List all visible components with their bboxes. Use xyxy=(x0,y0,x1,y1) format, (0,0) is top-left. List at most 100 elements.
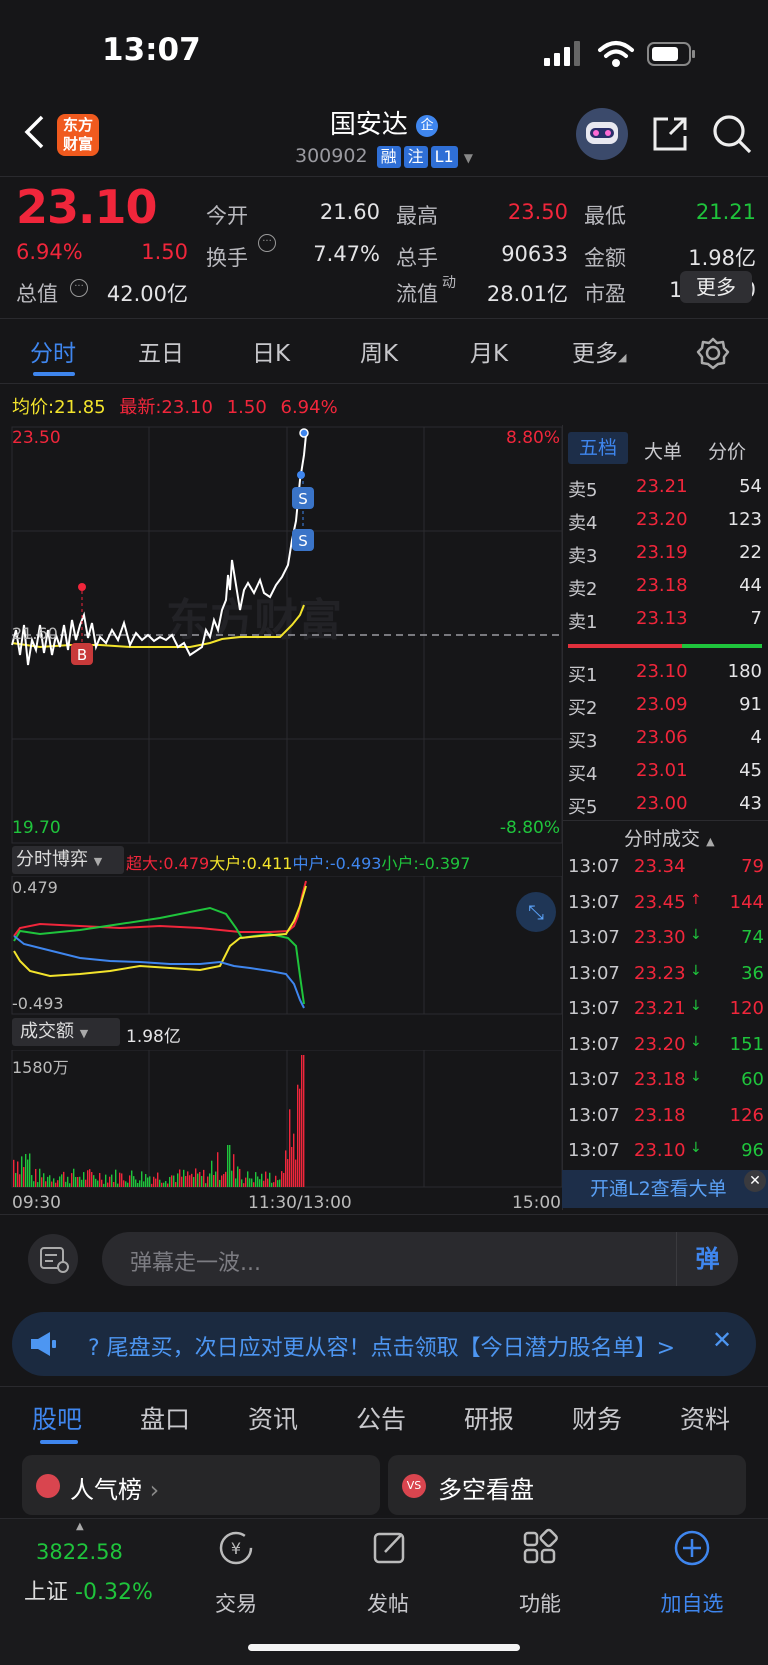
dropdown-icon: ▲ xyxy=(706,835,715,848)
info-icon[interactable]: ··· xyxy=(70,279,88,297)
function-grid-icon[interactable] xyxy=(520,1528,560,1568)
volume-bar xyxy=(273,1182,275,1187)
tab-weekly-k[interactable]: 周K xyxy=(360,334,398,368)
news-tab-profile[interactable]: 资料 xyxy=(680,1400,730,1436)
danmaku-settings-icon[interactable] xyxy=(28,1234,78,1284)
last-value: 23.10 xyxy=(161,397,213,418)
volume-bar xyxy=(35,1168,37,1187)
tab-five-level[interactable]: 五档 xyxy=(568,432,628,464)
trade-direction-icon: ↓ xyxy=(690,1069,702,1085)
trade-volume: 126 xyxy=(729,1104,764,1126)
tab-price-dist[interactable]: 分价 xyxy=(708,437,746,464)
tab-five-day[interactable]: 五日 xyxy=(138,334,184,368)
chevron-right-icon: › xyxy=(149,1476,160,1504)
tab-more[interactable]: 更多◢ xyxy=(572,334,626,368)
ask-row[interactable]: 卖1 23.13 7 xyxy=(566,608,762,633)
news-tab-news[interactable]: 资讯 xyxy=(248,1400,298,1436)
sell-marker[interactable]: S xyxy=(292,529,314,551)
flow-legend-label: 大户: xyxy=(209,854,247,873)
ask-volume: 123 xyxy=(727,509,762,530)
ask-row[interactable]: 卖3 23.19 22 xyxy=(566,542,762,567)
flow-chart[interactable] xyxy=(0,876,562,1016)
volume-bar xyxy=(193,1176,195,1187)
volume-selector[interactable]: 成交额 ▼ xyxy=(12,1018,120,1046)
volume-bar xyxy=(75,1176,77,1187)
volume-bar xyxy=(225,1171,227,1187)
volume-bar xyxy=(203,1169,205,1187)
flow-y-bottom: -0.493 xyxy=(12,994,64,1013)
bid-price: 23.01 xyxy=(636,760,688,781)
tab-daily-k[interactable]: 日K xyxy=(252,334,290,368)
bid-row[interactable]: 买2 23.09 91 xyxy=(566,694,762,719)
quote-value-float-cap: 28.01亿 xyxy=(486,282,568,306)
info-icon[interactable]: ··· xyxy=(258,234,276,252)
intraday-price-chart[interactable]: 东方财富 B S S xyxy=(0,425,562,845)
change-percent: 6.94% xyxy=(16,240,83,264)
bid-row[interactable]: 买1 23.10 180 xyxy=(566,661,762,686)
volume-bar xyxy=(293,1133,295,1187)
volume-bar xyxy=(287,1159,289,1187)
post-edit-icon[interactable] xyxy=(370,1528,410,1568)
volume-bar xyxy=(171,1175,173,1187)
trade-price: 23.10 xyxy=(634,1140,686,1161)
trade-direction-icon: ↓ xyxy=(690,1140,702,1156)
close-icon[interactable]: ✕ xyxy=(744,1170,766,1192)
ask-row[interactable]: 卖2 23.18 44 xyxy=(566,575,762,600)
tab-big-order[interactable]: 大单 xyxy=(644,437,682,464)
vs-icon: VS xyxy=(402,1474,426,1498)
robot-avatar-icon[interactable] xyxy=(576,108,628,160)
trades-header[interactable]: 分时成交 ▲ xyxy=(624,824,715,851)
volume-chart[interactable] xyxy=(0,1050,562,1188)
volume-bar xyxy=(227,1145,229,1187)
volume-bar xyxy=(141,1171,143,1187)
tab-monthly-k[interactable]: 月K xyxy=(470,334,508,368)
ask-row[interactable]: 卖5 23.21 54 xyxy=(566,476,762,501)
sell-marker[interactable]: S xyxy=(292,487,314,509)
volume-bar xyxy=(251,1178,253,1187)
news-tab-announce[interactable]: 公告 xyxy=(356,1400,406,1436)
more-button[interactable]: 更多 xyxy=(680,271,752,303)
add-watchlist-icon[interactable] xyxy=(672,1528,712,1568)
index-value[interactable]: 3822.58 xyxy=(36,1540,123,1564)
volume-bar xyxy=(299,1088,301,1187)
index-ticker[interactable]: 上证 -0.32% xyxy=(24,1574,153,1606)
trade-price: 23.21 xyxy=(634,998,686,1019)
news-tab-finance[interactable]: 财务 xyxy=(572,1400,622,1436)
bid-row[interactable]: 买5 23.00 43 xyxy=(566,793,762,818)
trade-yuan-icon[interactable]: ¥ xyxy=(216,1528,256,1568)
flow-legend-label: 中户: xyxy=(292,854,330,873)
panel-divider xyxy=(562,425,563,1210)
bid-row[interactable]: 买4 23.01 45 xyxy=(566,760,762,785)
tab-intraday[interactable]: 分时 xyxy=(30,334,76,368)
quote-label-float-cap: 流值 xyxy=(396,282,438,306)
expand-icon[interactable]: ⤡ xyxy=(516,892,556,932)
ask-row[interactable]: 卖4 23.20 123 xyxy=(566,509,762,534)
nav-trade[interactable]: 交易 xyxy=(186,1588,286,1618)
volume-bar xyxy=(19,1174,21,1187)
close-icon[interactable]: ✕ xyxy=(712,1326,732,1354)
volume-bar xyxy=(13,1159,15,1187)
nav-function[interactable]: 功能 xyxy=(490,1588,590,1618)
flow-selector[interactable]: 分时博弈 ▼ xyxy=(12,846,124,874)
l2-upsell-banner[interactable]: 开通L2查看大单 xyxy=(562,1170,768,1208)
volume-bar xyxy=(65,1181,67,1187)
bid-price: 23.10 xyxy=(636,661,688,682)
trade-time: 13:07 xyxy=(568,1069,620,1090)
change-amount: 1.50 xyxy=(141,240,188,264)
volume-bar xyxy=(83,1172,85,1187)
search-icon[interactable] xyxy=(710,112,754,156)
buy-marker[interactable]: B xyxy=(71,643,93,665)
signal-icon xyxy=(544,41,580,66)
trade-price: 23.34 xyxy=(634,856,686,877)
settings-gear-icon[interactable] xyxy=(696,336,730,370)
nav-add-watchlist[interactable]: 加自选 xyxy=(642,1588,742,1618)
bid-row[interactable]: 买3 23.06 4 xyxy=(566,727,762,752)
nav-post[interactable]: 发帖 xyxy=(338,1588,438,1618)
news-tab-guba[interactable]: 股吧 xyxy=(32,1400,82,1436)
share-icon[interactable] xyxy=(650,114,690,154)
volume-bar xyxy=(111,1174,113,1187)
news-tab-research[interactable]: 研报 xyxy=(464,1400,514,1436)
volume-bar xyxy=(55,1182,57,1187)
danmaku-send-button[interactable]: 弹 xyxy=(676,1232,738,1286)
news-tab-pankou[interactable]: 盘口 xyxy=(140,1400,190,1436)
